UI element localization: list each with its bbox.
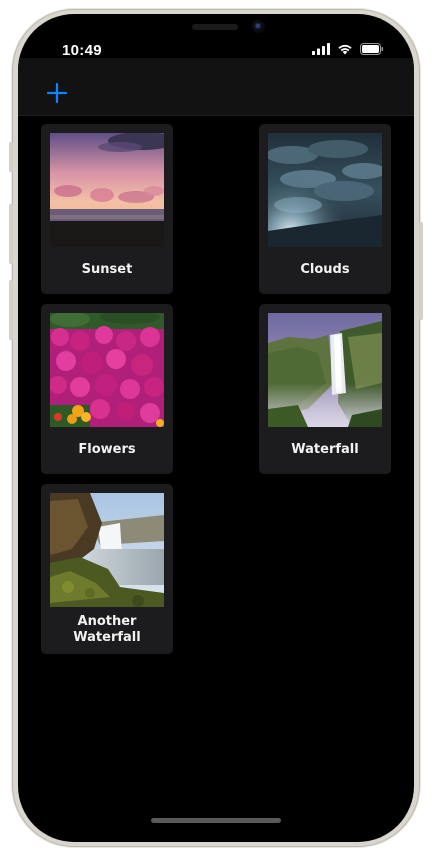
speaker-grille <box>192 24 238 30</box>
clouds-photo <box>268 133 382 247</box>
front-camera <box>252 20 265 33</box>
card-sunset[interactable]: Sunset <box>41 124 173 294</box>
battery-icon <box>360 43 384 55</box>
signal-icon <box>312 43 330 55</box>
another-waterfall-photo <box>50 493 164 607</box>
screen: 10:49 Sunset Clouds Flowers Waterfall An… <box>18 14 414 842</box>
card-clouds[interactable]: Clouds <box>259 124 391 294</box>
card-label: Sunset <box>81 262 133 277</box>
card-flowers[interactable]: Flowers <box>41 304 173 474</box>
card-label: Flowers <box>78 442 136 457</box>
sunset-photo <box>50 133 164 247</box>
waterfall-photo <box>268 313 382 427</box>
mute-switch <box>9 142 13 172</box>
card-label: Waterfall <box>291 442 359 457</box>
volume-down-button <box>9 280 13 340</box>
status-icons <box>312 43 384 55</box>
navigation-bar <box>18 58 414 116</box>
card-waterfall[interactable]: Waterfall <box>259 304 391 474</box>
volume-up-button <box>9 204 13 264</box>
status-time: 10:49 <box>62 42 102 59</box>
card-label: Clouds <box>300 262 350 277</box>
card-another-waterfall[interactable]: Another Waterfall <box>41 484 173 654</box>
add-button[interactable] <box>46 82 68 104</box>
power-button <box>419 222 423 320</box>
wifi-icon <box>338 44 352 55</box>
flowers-photo <box>50 313 164 427</box>
notch <box>116 14 316 58</box>
plus-icon <box>46 82 68 104</box>
card-label: Another Waterfall <box>73 613 141 645</box>
home-indicator[interactable] <box>151 818 281 823</box>
